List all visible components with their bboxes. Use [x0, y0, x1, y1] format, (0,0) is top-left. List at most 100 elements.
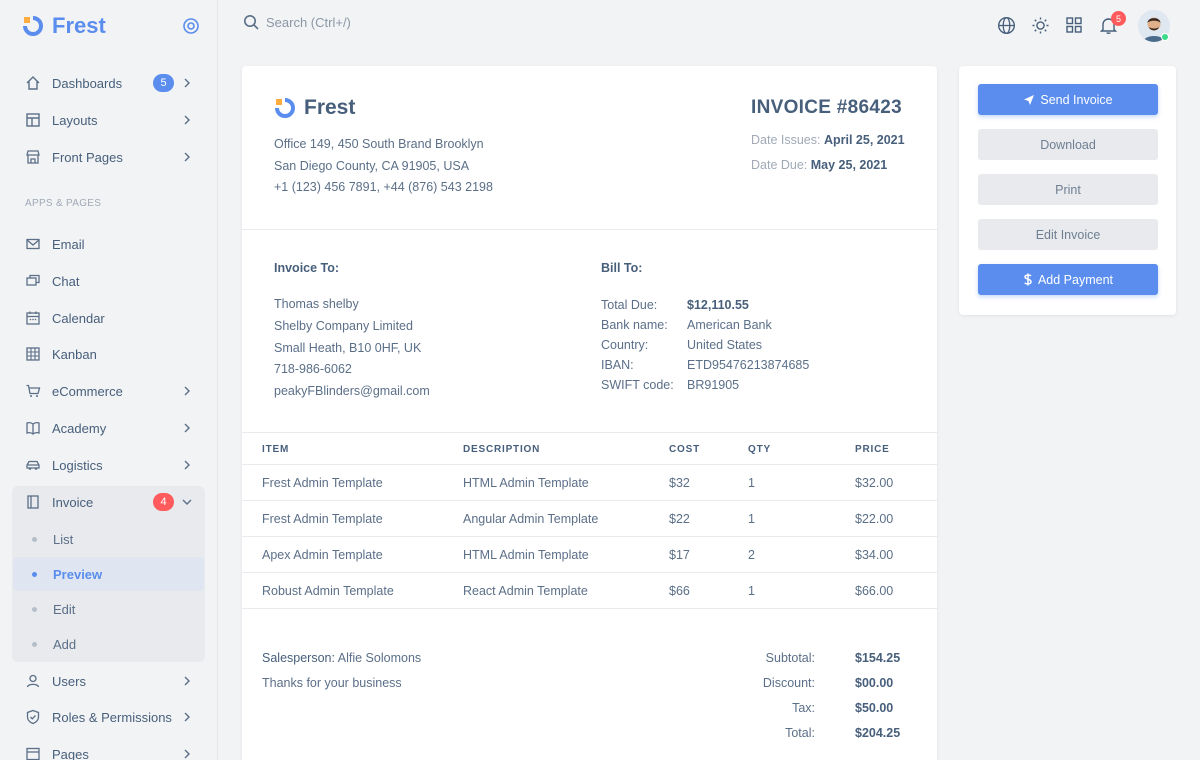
sidebar-item-ecommerce[interactable]: eCommerce [14, 375, 204, 407]
notification-badge: 5 [1111, 11, 1126, 26]
cell-description: HTML Admin Template [463, 548, 589, 562]
page-icon [24, 745, 42, 760]
cell-description: HTML Admin Template [463, 476, 589, 490]
add-payment-label: Add Payment [1037, 272, 1114, 287]
section-heading-apps: APPS & PAGES [25, 198, 102, 209]
column-header: PRICE [855, 444, 890, 455]
edit-invoice-button[interactable]: Edit Invoice [978, 219, 1158, 250]
chevron-right-icon [184, 749, 190, 759]
thanks-note: Thanks for your business [262, 676, 402, 690]
bullet-icon [32, 571, 37, 577]
chevron-right-icon [184, 386, 190, 396]
cell-item: Frest Admin Template [262, 512, 383, 526]
chevron-down-icon [182, 499, 192, 505]
sidebar-toggle-icon[interactable] [182, 17, 200, 35]
chevron-right-icon [184, 712, 190, 722]
sidebar-item-layouts[interactable]: Layouts [14, 104, 204, 136]
cell-price: $22.00 [855, 512, 894, 526]
sidebar-item-front-pages[interactable]: Front Pages [14, 141, 204, 173]
cell-item: Apex Admin Template [262, 548, 383, 562]
salesperson-name: Alfie Solomons [337, 651, 422, 665]
bill-key: SWIFT code: [601, 378, 674, 392]
invoice-badge: 4 [153, 493, 174, 511]
sidebar-subitem-add[interactable]: Add [13, 627, 204, 661]
bill-value: ETD95476213874685 [687, 358, 810, 372]
book-icon [24, 419, 42, 437]
total-label: Discount: [762, 676, 815, 690]
date-issued: Date Issues: April 25, 2021 [751, 133, 905, 147]
row-divider [242, 464, 937, 465]
sidebar-item-label: Chat [52, 273, 80, 289]
apps-grid-icon[interactable] [1064, 15, 1084, 35]
brand-logo[interactable]: Frest [22, 12, 106, 40]
sun-theme-icon[interactable] [1030, 15, 1050, 35]
salesperson-label: Salesperson: [262, 651, 335, 665]
add-payment-button[interactable]: Add Payment [978, 264, 1158, 295]
cell-price: $32.00 [855, 476, 894, 490]
total-value: $204.25 [855, 726, 901, 740]
sidebar-item-email[interactable]: Email [14, 228, 204, 260]
sidebar: Frest Dashboards 5 Layouts Front Pages A… [0, 0, 218, 760]
bill-value: United States [687, 338, 763, 352]
salesperson: Salesperson: Alfie Solomons [262, 651, 421, 665]
total-label: Total: [785, 726, 815, 740]
sidebar-item-label: Roles & Permissions [52, 709, 172, 725]
cell-qty: 1 [748, 512, 755, 526]
car-icon [24, 456, 42, 474]
cell-description: Angular Admin Template [463, 512, 599, 526]
bill-key: Country: [601, 338, 649, 352]
sidebar-item-roles[interactable]: Roles & Permissions [14, 701, 204, 733]
dashboards-badge: 5 [153, 74, 174, 92]
edit-invoice-label: Edit Invoice [1035, 227, 1101, 242]
cart-icon [24, 382, 42, 400]
column-header: QTY [748, 444, 771, 455]
sidebar-subitem-preview[interactable]: Preview [13, 557, 204, 591]
home-icon [24, 74, 42, 92]
sidebar-item-invoice[interactable]: Invoice 4 [14, 486, 204, 518]
cell-price: $34.00 [855, 548, 894, 562]
date-due: Date Due: May 25, 2021 [751, 158, 887, 172]
send-icon [1024, 94, 1035, 105]
send-invoice-button[interactable]: Send Invoice [978, 84, 1158, 115]
bill-value: BR91905 [687, 378, 740, 392]
sidebar-item-label: Kanban [52, 346, 97, 362]
cell-price: $66.00 [855, 584, 894, 598]
shield-check-icon [24, 708, 42, 726]
print-button[interactable]: Print [978, 174, 1158, 205]
column-header: DESCRIPTION [463, 444, 541, 455]
sidebar-item-label: Dashboards [52, 75, 123, 91]
sidebar-item-dashboards[interactable]: Dashboards 5 [14, 67, 204, 99]
user-icon [24, 672, 42, 690]
cell-cost: $22 [669, 512, 690, 526]
total-value: $154.25 [855, 651, 901, 665]
calendar-icon [24, 309, 42, 327]
company-address-line: San Diego County, CA 91905, USA [274, 159, 470, 173]
file-text-icon [24, 493, 42, 511]
table-top-border [242, 432, 937, 433]
total-label: Subtotal: [765, 651, 815, 665]
client-email: peakyFBlinders@gmail.com [274, 384, 430, 398]
sidebar-subitem-edit[interactable]: Edit [13, 592, 204, 626]
company-phone: +1 (123) 456 7891, +44 (876) 543 2198 [274, 180, 493, 194]
search-bar[interactable]: Search (Ctrl+/) [243, 14, 351, 31]
company-address-line: Office 149, 450 South Brand Brooklyn [274, 137, 484, 151]
sidebar-item-academy[interactable]: Academy [14, 412, 204, 444]
sidebar-item-chat[interactable]: Chat [14, 265, 204, 297]
sidebar-item-calendar[interactable]: Calendar [14, 302, 204, 334]
sidebar-item-label: Invoice [52, 494, 94, 510]
sidebar-item-label: eCommerce [52, 383, 123, 399]
sidebar-item-logistics[interactable]: Logistics [14, 449, 204, 481]
store-icon [24, 148, 42, 166]
sidebar-item-pages[interactable]: Pages [14, 738, 204, 760]
language-globe-icon[interactable] [996, 15, 1016, 35]
frest-logo-icon [23, 16, 43, 36]
cell-item: Robust Admin Template [262, 584, 394, 598]
sidebar-item-users[interactable]: Users [14, 665, 204, 697]
date-due-label: Date Due: [751, 158, 808, 172]
cell-item: Frest Admin Template [262, 476, 383, 490]
chevron-right-icon [184, 115, 190, 125]
sidebar-subitem-list[interactable]: List [13, 522, 204, 556]
download-button[interactable]: Download [978, 129, 1158, 160]
date-issued-label: Date Issues: [751, 133, 821, 147]
sidebar-item-kanban[interactable]: Kanban [14, 338, 204, 370]
